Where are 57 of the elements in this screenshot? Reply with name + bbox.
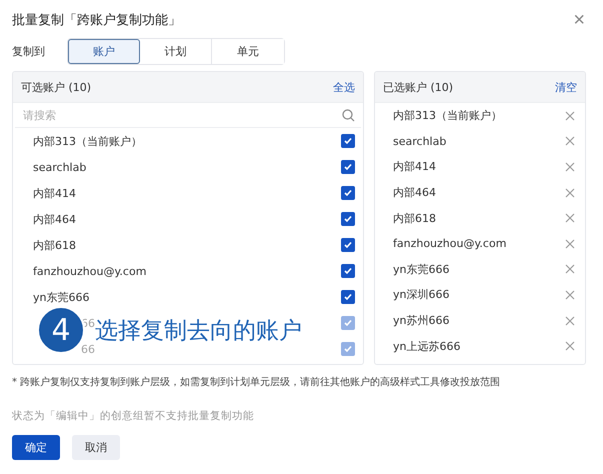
account-name: 内部464 <box>33 212 76 226</box>
account-checkbox[interactable] <box>341 186 355 200</box>
check-icon <box>343 344 353 354</box>
check-icon <box>343 162 353 172</box>
remove-icon[interactable] <box>565 264 575 274</box>
account-name: 内部414 <box>393 159 436 174</box>
account-name: fanzhouzhou@y.com <box>393 237 506 250</box>
panel-title: 可选账户 (10) <box>21 80 92 94</box>
search-icon <box>342 108 355 122</box>
account-checkbox[interactable] <box>341 264 355 278</box>
account-name: 内部618 <box>393 210 436 226</box>
check-icon <box>343 318 353 328</box>
cancel-button[interactable]: 取消 <box>72 435 120 460</box>
target-tab[interactable]: 账户 <box>68 39 140 64</box>
check-icon <box>343 292 353 302</box>
remove-icon[interactable] <box>565 213 575 224</box>
account-checkbox[interactable] <box>341 212 355 226</box>
account-name: 内部618 <box>33 238 76 252</box>
check-icon <box>343 214 353 224</box>
account-name: yn东莞666 <box>33 290 90 304</box>
account-checkbox[interactable] <box>341 160 355 174</box>
remove-icon[interactable] <box>565 341 575 352</box>
account-name: searchlab <box>393 134 446 148</box>
account-name: yn东莞666 <box>393 262 450 277</box>
account-name: yn深圳666 <box>393 287 450 302</box>
copy-to-label: 复制到 <box>12 44 45 59</box>
account-checkbox[interactable] <box>341 134 355 148</box>
account-name: fanzhouzhou@y.com <box>33 264 146 278</box>
remove-icon[interactable] <box>565 238 575 249</box>
account-name: 内部464 <box>393 185 436 200</box>
close-button[interactable]: × <box>567 10 591 30</box>
dialog-title: 批量复制「跨账户复制功能」 <box>12 12 181 29</box>
remove-icon[interactable] <box>565 290 575 300</box>
hint-text: 状态为「编辑中」的创意组暂不支持批量复制功能 <box>12 409 255 423</box>
account-name: 内部414 <box>33 186 76 200</box>
check-icon <box>343 136 353 146</box>
account-name: searchlab <box>33 160 86 174</box>
remove-icon[interactable] <box>565 136 575 146</box>
confirm-button[interactable]: 确定 <box>12 435 60 460</box>
remove-icon[interactable] <box>565 162 575 172</box>
account-name: yn上远苏666 <box>393 338 460 354</box>
check-icon <box>343 188 353 198</box>
select-all-link[interactable]: 全选 <box>333 80 355 94</box>
clear-link[interactable]: 清空 <box>555 80 577 94</box>
panel-title: 已选账户 (10) <box>383 80 454 94</box>
remove-icon[interactable] <box>565 188 575 198</box>
note-text: * 跨账户复制仅支持复制到账户层级，如需复制到计划单元层级，请前往其他账户的高级样式工具修改投放范围 <box>12 376 502 389</box>
check-icon <box>343 266 353 276</box>
account-name: yn苏州666 <box>393 313 450 328</box>
account-name: 内部313（当前账户） <box>33 134 142 148</box>
check-icon <box>343 240 353 250</box>
account-checkbox[interactable] <box>341 238 355 252</box>
account-checkbox[interactable] <box>341 290 355 304</box>
account-name: 内部313（当前账户） <box>393 108 502 124</box>
remove-icon[interactable] <box>565 316 575 326</box>
remove-icon[interactable] <box>565 110 575 121</box>
account-name: 66 <box>80 342 95 356</box>
